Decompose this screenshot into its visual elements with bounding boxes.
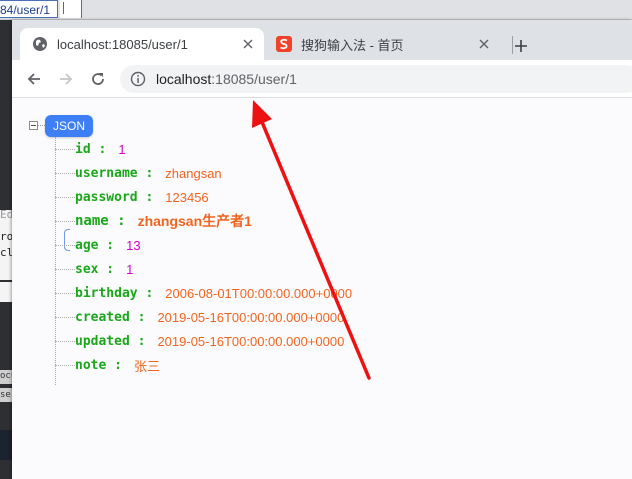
tab-title: 搜狗输入法 - 首页 [301,37,404,53]
json-root-badge[interactable]: JSON [45,115,93,137]
json-value: 1 [118,141,126,157]
json-key: note : [75,357,122,373]
url-host: localhost [156,71,212,87]
back-arrow-icon [27,73,40,85]
json-value: 张三 [133,358,160,374]
reload-icon [92,73,104,85]
url-path: :18085/user/1 [211,71,297,87]
tab-title: localhost:18085/user/1 [57,36,188,52]
back-button[interactable] [22,67,46,91]
json-key: sex : [75,261,115,277]
address-bar[interactable]: localhost:18085/user/1 [120,65,632,93]
json-value: 2019-05-16T00:00:00.000+0000 [157,309,345,325]
tree-connector [38,125,45,126]
json-value: 2019-05-16T00:00:00.000+0000 [157,333,345,349]
plus-icon [515,40,527,52]
json-key: id : [75,141,107,157]
tab-localhost[interactable]: localhost:18085/user/1 [20,28,264,60]
json-field-created: created : 2019-05-16T00:00:00.000+0000 [55,307,344,327]
info-icon[interactable] [130,71,146,87]
globe-icon [33,37,47,51]
json-value: 2006-08-01T00:00:00.000+0000 [165,285,353,301]
sogou-icon [276,36,292,52]
json-field-id: id : 1 [55,139,126,159]
json-key: age : [75,237,115,253]
json-key: created : [75,309,146,325]
json-key: name : [75,213,126,229]
new-tab-button[interactable] [509,34,533,58]
forward-arrow-icon [60,73,73,85]
toolbar: localhost:18085/user/1 [12,60,632,98]
json-field-name: name : zhangsan生产者1 [55,211,252,231]
close-icon[interactable] [240,36,256,52]
browser-window: localhost:18085/user/1 搜狗输入法 - 首页 localh… [12,20,632,479]
json-key: birthday : [75,285,154,301]
background-url: 84/user/1 [0,0,58,18]
json-key: updated : [75,333,146,349]
json-value: zhangsan [165,165,222,181]
forward-button[interactable] [54,67,78,91]
json-field-note: note : 张三 [55,355,160,375]
json-value: zhangsan生产者1 [137,213,252,229]
background-tab-edge [60,0,82,18]
json-key: username : [75,165,154,181]
close-icon[interactable] [476,36,492,52]
json-field-username: username : zhangsan [55,163,222,183]
json-value: 1 [126,261,134,277]
tab-strip: localhost:18085/user/1 搜狗输入法 - 首页 [12,20,632,60]
reload-button[interactable] [86,67,110,91]
page-content: JSON id : 1 username : zhangsan password :… [12,98,632,479]
json-value: 123456 [165,189,209,205]
json-field-password: password : 123456 [55,187,209,207]
collapse-toggle[interactable] [29,121,38,130]
json-field-sex: sex : 1 [55,259,133,279]
json-value: 13 [126,237,141,253]
json-field-birthday: birthday : 2006-08-01T00:00:00.000+0000 [55,283,352,303]
background-window-top: 84/user/1 [0,0,632,20]
json-key: password : [75,189,154,205]
json-field-age: age : 13 [55,235,141,255]
json-field-updated: updated : 2019-05-16T00:00:00.000+0000 [55,331,344,351]
tab-sogou[interactable]: 搜狗输入法 - 首页 [264,28,500,60]
